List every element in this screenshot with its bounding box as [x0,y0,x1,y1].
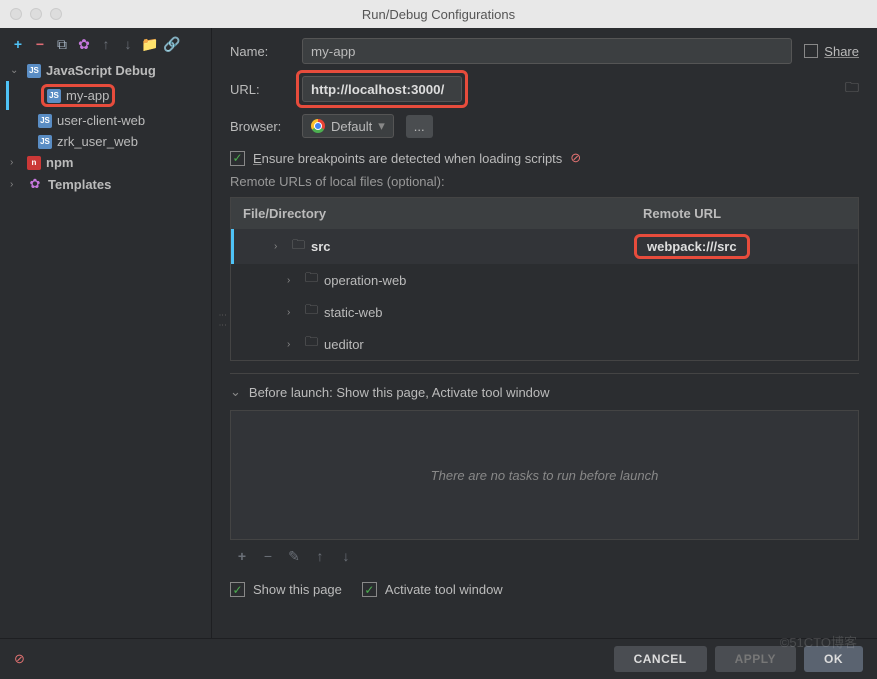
minimize-window-button[interactable] [30,8,42,20]
edit-task-button[interactable]: ✎ [286,548,302,564]
window-controls [0,8,62,20]
cancel-button[interactable]: CANCEL [614,646,707,672]
tree-item-user-client-web[interactable]: JS user-client-web [6,110,205,131]
close-window-button[interactable] [10,8,22,20]
show-page-checkbox[interactable]: ✓ [230,582,245,597]
sidebar: + − ⧉ ✿ ↑ ↓ 📁 🔗 ⌄ JS JavaScript Debug JS… [0,28,212,638]
before-launch-header[interactable]: ⌄ Before launch: Show this page, Activat… [230,373,859,410]
share-label: Share [824,44,859,59]
column-header-remote: Remote URL [631,198,733,229]
js-config-icon: JS [38,135,52,149]
resize-grip-icon[interactable]: ⋮⋮ [218,311,227,331]
show-page-label: Show this page [253,582,342,597]
remove-config-button[interactable]: − [32,36,48,52]
folder-icon: 🗀 [292,236,305,258]
chevron-right-icon: › [287,307,299,318]
title-bar: Run/Debug Configurations [0,0,877,28]
chevron-down-icon: ⌄ [230,384,241,400]
browser-dropdown[interactable]: Default ▾ [302,114,394,138]
tree-node-templates[interactable]: › ✿ Templates [6,173,205,195]
file-name: src [311,239,331,254]
chevron-right-icon: › [10,179,22,190]
copy-config-button[interactable]: ⧉ [54,36,70,52]
remote-urls-label: Remote URLs of local files (optional): [230,174,859,189]
move-up-button[interactable]: ↑ [98,36,114,52]
table-row[interactable]: › 🗀 operation-web [231,264,858,296]
tree-node-npm[interactable]: › n npm [6,152,205,173]
add-task-button[interactable]: + [234,548,250,564]
move-task-down-button[interactable]: ↓ [338,548,354,564]
browser-label: Browser: [230,119,290,134]
remote-url-value[interactable]: webpack:///src [634,234,750,259]
chevron-right-icon: › [287,275,299,286]
settings-button[interactable]: ✿ [76,36,92,52]
activate-tw-label: Activate tool window [385,582,503,597]
move-down-button[interactable]: ↓ [120,36,136,52]
file-name: ueditor [324,337,364,352]
name-input[interactable] [302,38,792,64]
remote-url-table: File/Directory Remote URL › 🗀 src webpac… [230,197,859,361]
table-row[interactable]: › 🗀 src webpack:///src [231,229,858,264]
gear-icon: ✿ [27,176,43,192]
chevron-down-icon: ▾ [378,118,385,134]
chevron-right-icon: › [274,241,286,252]
share-checkbox[interactable]: Share [804,44,859,59]
js-debug-icon: JS [27,64,41,78]
folder-icon: 🗀 [305,301,318,323]
before-launch-label: Before launch: Show this page, Activate … [249,385,550,400]
tree-item-zrk-user-web[interactable]: JS zrk_user_web [6,131,205,152]
url-input[interactable] [302,76,462,102]
config-tree: ⌄ JS JavaScript Debug JS my-app JS user-… [0,60,211,195]
table-row[interactable]: › 🗀 ueditor [231,328,858,360]
main-panel: Name: Share URL: 🗀 Browser: Defa [212,28,877,638]
chevron-down-icon: ⌄ [10,65,22,76]
folder-button[interactable]: 📁 [142,36,158,52]
npm-icon: n [27,156,41,170]
folder-icon: 🗀 [305,333,318,355]
help-button[interactable]: ⊘ [14,651,25,667]
remove-task-button[interactable]: − [260,548,276,564]
column-header-file: File/Directory [231,198,631,229]
launch-toolbar: + − ✎ ↑ ↓ [230,540,859,572]
js-config-icon: JS [47,89,61,103]
link-button[interactable]: 🔗 [164,36,180,52]
file-name: static-web [324,305,383,320]
tree-item-label: zrk_user_web [57,134,138,149]
tree-node-label: JavaScript Debug [46,63,156,78]
tree-item-my-app[interactable]: JS my-app [6,81,205,110]
folder-browse-icon[interactable]: 🗀 [845,77,859,101]
maximize-window-button[interactable] [50,8,62,20]
sidebar-toolbar: + − ⧉ ✿ ↑ ↓ 📁 🔗 [0,28,211,60]
file-name: operation-web [324,273,406,288]
name-label: Name: [230,44,290,59]
checkbox-empty-icon [804,44,818,58]
browser-settings-button[interactable]: ... [406,115,433,138]
table-row[interactable]: › 🗀 static-web [231,296,858,328]
activate-tw-checkbox[interactable]: ✓ [362,582,377,597]
no-tasks-label: There are no tasks to run before launch [431,468,659,483]
before-launch-tasks: There are no tasks to run before launch [230,410,859,540]
ensure-bp-checkbox[interactable]: ✓ [230,151,245,166]
tree-item-label: user-client-web [57,113,145,128]
browser-value: Default [331,119,372,134]
chevron-right-icon: › [10,157,22,168]
tree-node-js-debug[interactable]: ⌄ JS JavaScript Debug [6,60,205,81]
chevron-right-icon: › [287,339,299,350]
footer: ⊘ CANCEL APPLY OK [0,638,877,679]
help-icon[interactable]: ⊘ [570,150,581,166]
window-title: Run/Debug Configurations [362,7,515,22]
move-task-up-button[interactable]: ↑ [312,548,328,564]
tree-item-label: my-app [66,88,109,103]
apply-button[interactable]: APPLY [715,646,796,672]
tree-node-label: npm [46,155,73,170]
js-config-icon: JS [38,114,52,128]
chrome-icon [311,119,325,133]
url-label: URL: [230,82,290,97]
ensure-bp-label: EEnsure breakpoints are detected when lo… [253,151,562,166]
ok-button[interactable]: OK [804,646,863,672]
folder-icon: 🗀 [305,269,318,291]
tree-node-label: Templates [48,177,111,192]
add-config-button[interactable]: + [10,36,26,52]
